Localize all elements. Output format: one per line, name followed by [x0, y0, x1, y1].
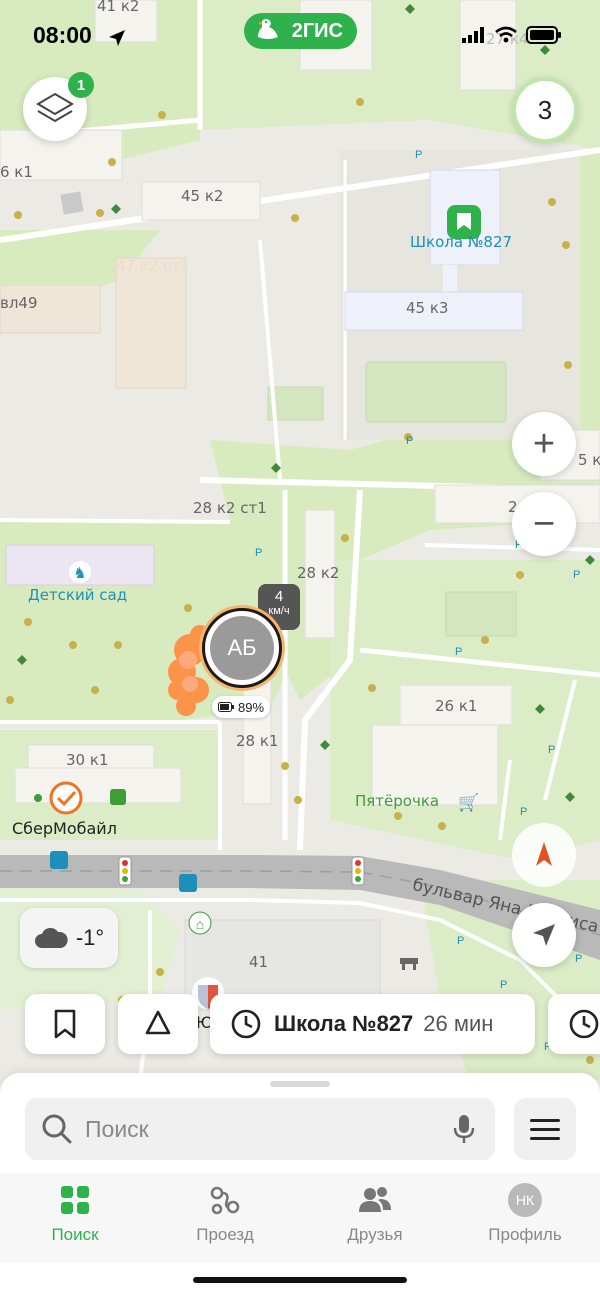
layers-badge: 1 — [68, 72, 94, 98]
brand-logo: 2ГИС — [244, 13, 357, 49]
tab-bar: Поиск Проезд Друзья НК Профиль — [0, 1173, 600, 1263]
building-label: 41 — [249, 953, 269, 971]
tab-profile[interactable]: НК Профиль — [450, 1173, 600, 1263]
user-avatar: АБ — [210, 616, 274, 680]
building-label: 47 к2 ст1 — [116, 257, 190, 275]
status-icons — [462, 26, 562, 44]
wifi-icon — [495, 26, 517, 43]
bottom-sheet: Поиск Поиск Проезд Друзья НК Профиль — [0, 1073, 600, 1297]
layers-icon — [36, 92, 74, 123]
building-label: 26 к1 — [435, 697, 478, 715]
building-label: 28 к2 ст1 — [193, 499, 267, 517]
my-location-button[interactable] — [512, 903, 576, 967]
svg-text:⌂: ⌂ — [196, 916, 204, 932]
minus-icon: − — [532, 503, 556, 545]
search-icon — [42, 1114, 72, 1144]
traffic-light-icon — [351, 856, 365, 886]
svg-text:P: P — [457, 935, 464, 947]
tab-route[interactable]: Проезд — [150, 1173, 300, 1263]
tab-friends[interactable]: Друзья — [300, 1173, 450, 1263]
tab-label: Проезд — [196, 1225, 254, 1244]
route-destination: Школа №827 — [274, 1011, 414, 1036]
svg-text:P: P — [255, 547, 262, 559]
svg-text:♞: ♞ — [73, 565, 86, 582]
svg-text:P: P — [415, 149, 422, 161]
friends-count-button[interactable]: 3 — [512, 77, 578, 143]
battery-small-icon — [217, 702, 234, 712]
search-input[interactable]: Поиск — [25, 1098, 495, 1160]
svg-text:🛒: 🛒 — [458, 792, 479, 812]
compass-button[interactable] — [512, 823, 576, 887]
bell-icon — [145, 1010, 171, 1035]
poi-label-kindergarten[interactable]: Детский сад — [28, 586, 127, 604]
bookmark-icon — [54, 1009, 76, 1039]
notifications-chip[interactable] — [118, 994, 198, 1054]
battery-tag: 89% — [212, 696, 270, 718]
zoom-in-button[interactable]: + — [512, 412, 576, 476]
weather-widget[interactable]: -1° — [20, 908, 118, 968]
traffic-light-icon — [118, 856, 132, 886]
poi-label-store[interactable]: Пятёрочка — [355, 792, 439, 810]
building-label: 45 к2 — [181, 187, 224, 205]
brand-name: 2ГИС — [291, 19, 343, 42]
building-label: 5 к2 — [578, 451, 600, 469]
svg-text:P: P — [548, 744, 555, 756]
svg-text:P: P — [455, 646, 462, 658]
building-label: 45 к3 — [406, 299, 449, 317]
tab-label: Профиль — [488, 1225, 562, 1244]
route-time: 26 мин — [423, 1011, 494, 1036]
friends-count: 3 — [537, 94, 553, 125]
route-chip-partial[interactable] — [548, 994, 600, 1054]
zoom-out-button[interactable]: − — [512, 492, 576, 556]
status-time: 08:00 — [33, 22, 92, 48]
user-location-marker[interactable]: АБ — [202, 608, 282, 688]
tab-label: Поиск — [51, 1225, 99, 1244]
home-indicator — [193, 1277, 407, 1283]
speed-value: 4 — [274, 588, 284, 605]
route-icon — [210, 1186, 240, 1215]
tab-search[interactable]: Поиск — [0, 1173, 150, 1263]
clock-icon — [231, 1009, 261, 1039]
weather-temperature: -1° — [75, 925, 105, 950]
building-label: 28 к1 — [236, 732, 279, 750]
friends-icon — [359, 1187, 391, 1212]
building-label: 30 к1 — [66, 751, 109, 769]
user-initials: АБ — [227, 635, 257, 660]
search-placeholder: Поиск — [85, 1115, 149, 1142]
grid-icon — [61, 1186, 89, 1214]
svg-text:P: P — [520, 806, 527, 818]
microphone-icon[interactable] — [453, 1113, 475, 1145]
bookmarks-chip[interactable] — [25, 994, 105, 1054]
battery-icon — [526, 26, 561, 44]
svg-text:P: P — [573, 569, 580, 581]
navigation-arrow-icon — [533, 924, 555, 946]
building-label: 28 к2 — [297, 564, 340, 582]
goose-icon — [258, 19, 278, 39]
menu-button[interactable] — [514, 1098, 576, 1160]
cloud-icon — [34, 927, 68, 948]
battery-level: 89% — [237, 699, 265, 715]
signal-icon — [462, 27, 484, 43]
route-chip[interactable]: Школа №827 26 мин — [210, 994, 535, 1054]
svg-text:P: P — [406, 435, 413, 447]
sheet-grabber[interactable] — [270, 1081, 330, 1087]
tab-label: Друзья — [347, 1225, 403, 1244]
poi-label-school[interactable]: Школа №827 — [410, 233, 512, 251]
poi-label-operator[interactable]: СберМобайл — [12, 819, 117, 838]
svg-text:P: P — [500, 979, 507, 991]
avatar: НК — [508, 1183, 542, 1217]
building-label: вл49 — [0, 294, 38, 312]
compass-icon — [536, 842, 552, 866]
location-arrow-icon — [109, 30, 125, 46]
building-label: 41 к2 — [97, 0, 140, 15]
clock-icon — [569, 1009, 599, 1039]
hamburger-icon — [530, 1119, 560, 1140]
plus-icon: + — [532, 423, 556, 465]
building-label: 6 к1 — [0, 163, 33, 181]
svg-text:P: P — [575, 953, 582, 965]
